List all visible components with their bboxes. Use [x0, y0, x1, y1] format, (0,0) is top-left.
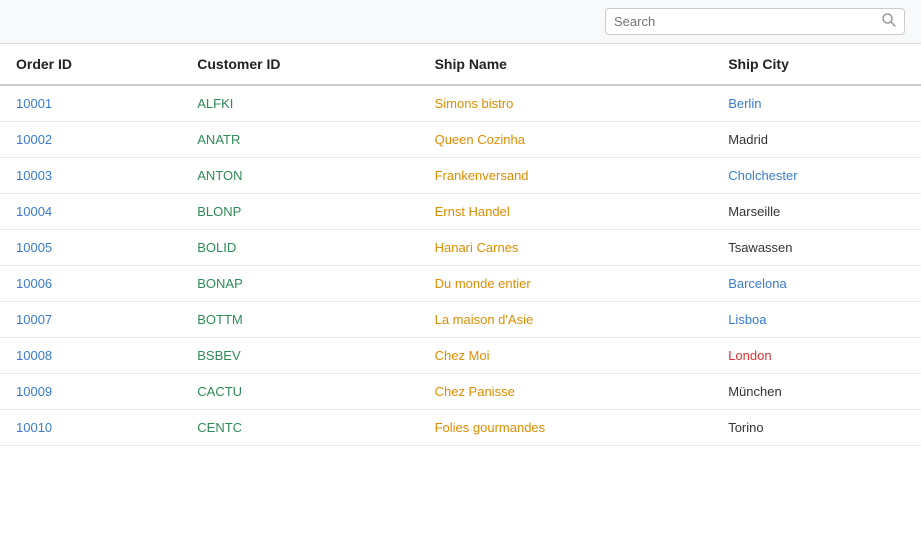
cell-ship-name: Queen Cozinha	[419, 122, 713, 158]
cell-customer-id: ALFKI	[181, 85, 418, 122]
cell-ship-city: Torino	[712, 410, 921, 446]
cell-ship-city: Barcelona	[712, 266, 921, 302]
top-bar	[0, 0, 921, 44]
cell-ship-name: La maison d'Asie	[419, 302, 713, 338]
table-header: Order ID Customer ID Ship Name Ship City	[0, 44, 921, 85]
header-row: Order ID Customer ID Ship Name Ship City	[0, 44, 921, 85]
cell-order-id: 10001	[0, 85, 181, 122]
table-row[interactable]: 10003 ANTON Frankenversand Cholchester	[0, 158, 921, 194]
cell-customer-id: CACTU	[181, 374, 418, 410]
cell-ship-city: Cholchester	[712, 158, 921, 194]
cell-order-id: 10004	[0, 194, 181, 230]
search-container	[605, 8, 905, 35]
col-header-ship-name: Ship Name	[419, 44, 713, 85]
cell-ship-city: München	[712, 374, 921, 410]
table-row[interactable]: 10007 BOTTM La maison d'Asie Lisboa	[0, 302, 921, 338]
cell-customer-id: BLONP	[181, 194, 418, 230]
cell-order-id: 10008	[0, 338, 181, 374]
cell-customer-id: ANATR	[181, 122, 418, 158]
cell-customer-id: BOLID	[181, 230, 418, 266]
table-row[interactable]: 10008 BSBEV Chez Moi London	[0, 338, 921, 374]
table-row[interactable]: 10002 ANATR Queen Cozinha Madrid	[0, 122, 921, 158]
cell-ship-city: Lisboa	[712, 302, 921, 338]
cell-order-id: 10002	[0, 122, 181, 158]
cell-ship-name: Chez Panisse	[419, 374, 713, 410]
cell-order-id: 10009	[0, 374, 181, 410]
search-input[interactable]	[614, 14, 878, 29]
cell-ship-name: Chez Moi	[419, 338, 713, 374]
cell-customer-id: ANTON	[181, 158, 418, 194]
cell-ship-name: Ernst Handel	[419, 194, 713, 230]
cell-ship-name: Frankenversand	[419, 158, 713, 194]
cell-order-id: 10005	[0, 230, 181, 266]
table-row[interactable]: 10009 CACTU Chez Panisse München	[0, 374, 921, 410]
cell-ship-city: Marseille	[712, 194, 921, 230]
col-header-customer-id: Customer ID	[181, 44, 418, 85]
cell-ship-name: Simons bistro	[419, 85, 713, 122]
cell-ship-name: Folies gourmandes	[419, 410, 713, 446]
cell-ship-city: London	[712, 338, 921, 374]
col-header-ship-city: Ship City	[712, 44, 921, 85]
cell-ship-name: Hanari Carnes	[419, 230, 713, 266]
cell-order-id: 10010	[0, 410, 181, 446]
cell-customer-id: BOTTM	[181, 302, 418, 338]
orders-table: Order ID Customer ID Ship Name Ship City…	[0, 44, 921, 446]
cell-ship-city: Tsawassen	[712, 230, 921, 266]
table-row[interactable]: 10006 BONAP Du monde entier Barcelona	[0, 266, 921, 302]
cell-ship-city: Madrid	[712, 122, 921, 158]
cell-customer-id: BSBEV	[181, 338, 418, 374]
cell-order-id: 10003	[0, 158, 181, 194]
table-row[interactable]: 10004 BLONP Ernst Handel Marseille	[0, 194, 921, 230]
table-body: 10001 ALFKI Simons bistro Berlin 10002 A…	[0, 85, 921, 446]
table-row[interactable]: 10001 ALFKI Simons bistro Berlin	[0, 85, 921, 122]
table-row[interactable]: 10010 CENTC Folies gourmandes Torino	[0, 410, 921, 446]
cell-ship-name: Du monde entier	[419, 266, 713, 302]
cell-customer-id: CENTC	[181, 410, 418, 446]
cell-order-id: 10006	[0, 266, 181, 302]
cell-ship-city: Berlin	[712, 85, 921, 122]
cell-customer-id: BONAP	[181, 266, 418, 302]
search-icon	[882, 13, 896, 30]
col-header-order-id: Order ID	[0, 44, 181, 85]
table-row[interactable]: 10005 BOLID Hanari Carnes Tsawassen	[0, 230, 921, 266]
cell-order-id: 10007	[0, 302, 181, 338]
